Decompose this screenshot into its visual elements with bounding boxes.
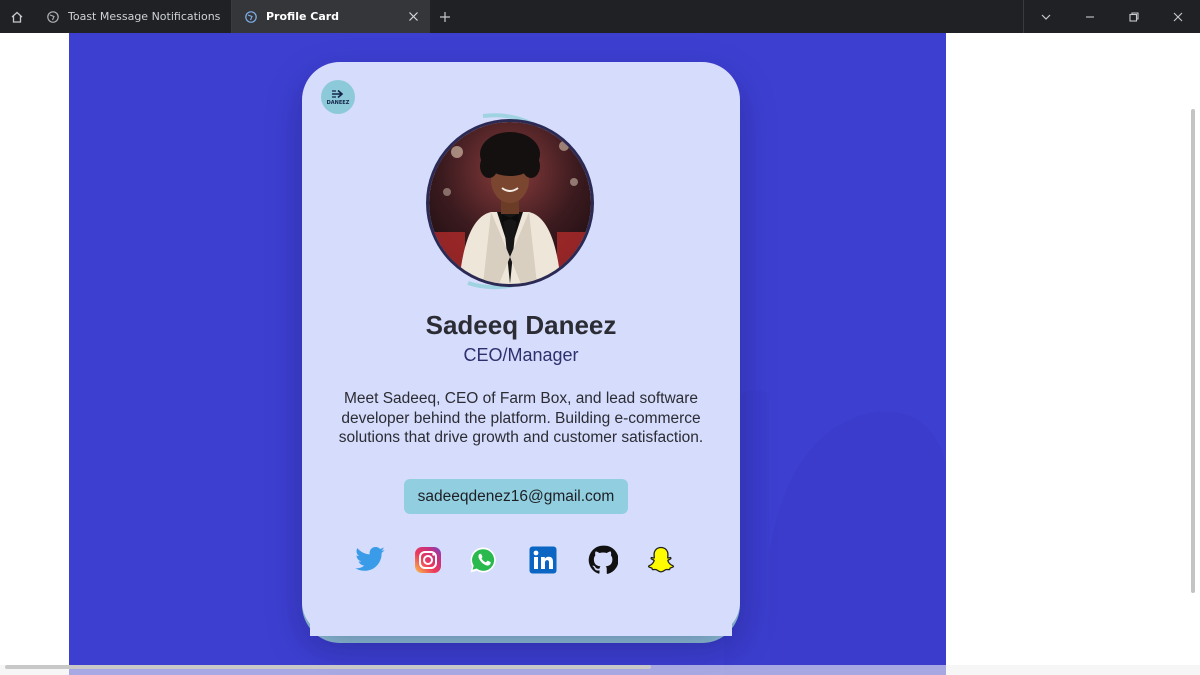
minimize-icon [1086,15,1094,18]
plus-icon [440,11,450,22]
avatar-container [423,110,609,292]
vertical-scrollbar[interactable] [1191,109,1195,593]
chevron-down-icon [1041,14,1051,20]
linkedin-icon [529,546,557,574]
profile-card: DANEEZ Sadeeq Daneez CEO/Manager Meet Sa… [302,62,740,636]
avatar [426,119,594,287]
globe-icon [46,10,60,24]
restore-button[interactable] [1112,0,1156,33]
social-link-github[interactable] [586,543,620,577]
tab-list-button[interactable] [1024,0,1068,33]
profile-bio: Meet Sadeeq, CEO of Farm Box, and lead s… [338,390,704,446]
horizontal-scrollbar[interactable] [5,665,651,669]
restore-icon [1129,11,1139,22]
browser-tab-bar: Toast Message Notifications Profile Card [0,0,1200,33]
social-link-instagram[interactable] [411,543,445,577]
new-tab-button[interactable] [430,0,460,33]
social-link-snapchat[interactable] [644,543,678,577]
page-viewport: DANEEZ Sadeeq Daneez CEO/Manager Meet Sa… [0,33,1200,675]
card-inner-base [310,596,732,636]
tab-profile-card[interactable]: Profile Card [232,0,430,33]
social-link-linkedin[interactable] [526,543,560,577]
close-tab-icon[interactable] [406,10,420,24]
profile-role: CEO/Manager [463,345,579,365]
brand-logo: DANEEZ [321,80,355,114]
minimize-button[interactable] [1068,0,1112,33]
close-icon [1173,12,1183,21]
tab-label: Profile Card [266,10,340,23]
social-links [302,543,740,577]
window-controls [1023,0,1200,33]
tabbar-drag-area[interactable] [460,0,1023,33]
github-icon [588,545,618,574]
social-link-whatsapp[interactable] [466,543,500,577]
tab-label: Toast Message Notifications [68,10,221,23]
instagram-icon [415,547,441,573]
whatsapp-icon [470,547,496,573]
email-button[interactable]: sadeeqdenez16@gmail.com [404,479,628,514]
home-button[interactable] [0,0,34,33]
home-icon [11,11,23,23]
arrow-logo-icon [332,89,344,98]
page-background: DANEEZ Sadeeq Daneez CEO/Manager Meet Sa… [69,33,946,675]
profile-name: Sadeeq Daneez [425,310,617,340]
profile-photo [429,122,591,284]
tab-toast-message-notifications[interactable]: Toast Message Notifications [34,0,232,33]
globe-icon [244,10,258,24]
logo-text: DANEEZ [326,99,350,106]
snapchat-icon [647,546,675,573]
twitter-icon [355,546,385,571]
close-window-button[interactable] [1156,0,1200,33]
social-link-twitter[interactable] [353,543,387,577]
